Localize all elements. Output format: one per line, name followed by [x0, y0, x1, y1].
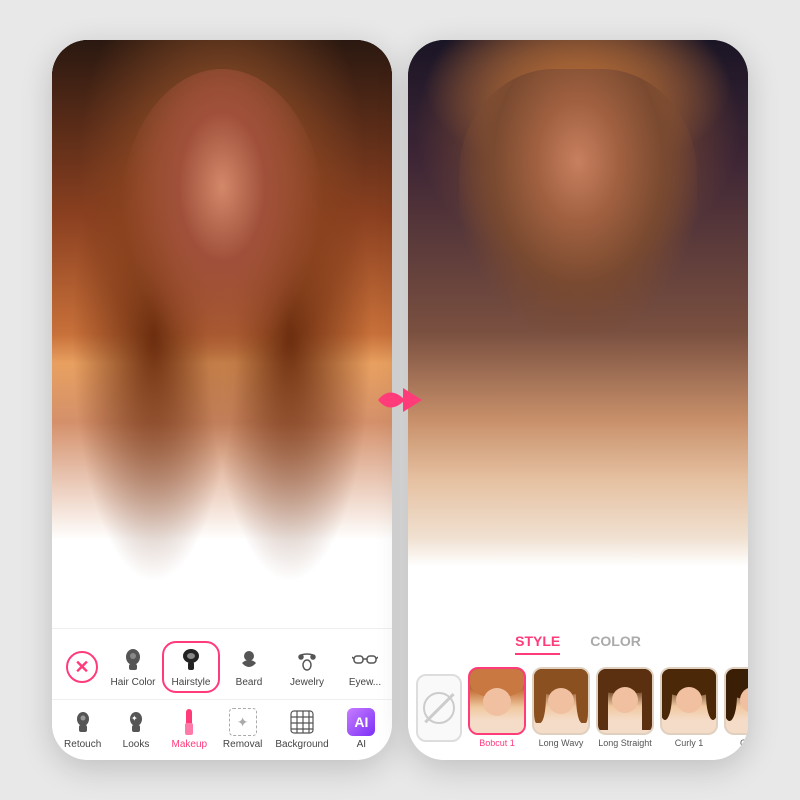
svg-text:✦: ✦ [131, 714, 138, 723]
retouch-tool[interactable]: Retouch [56, 704, 109, 754]
curly1-label: Curly 1 [675, 738, 704, 748]
toolbar-row-2: Retouch ✦ Looks [52, 699, 392, 756]
toolbar-row-1: ✕ Hair Color [52, 637, 392, 697]
makeup-tool[interactable]: Makeup [163, 704, 216, 754]
looks-icon: ✦ [122, 708, 150, 736]
makeup-label: Makeup [172, 739, 208, 750]
hairstyle-longwavy[interactable]: Long Wavy [532, 667, 590, 748]
removal-icon: ✦ [229, 708, 257, 736]
left-photo-area [52, 40, 392, 628]
hair-color-tool[interactable]: Hair Color [104, 642, 162, 692]
hairstyle-icon [177, 646, 205, 674]
background-tool[interactable]: Background [269, 704, 334, 754]
ai-tool[interactable]: AI AI [335, 704, 388, 754]
looks-label: Looks [123, 739, 150, 750]
eyewear-icon [351, 646, 379, 674]
right-woman-image [408, 40, 748, 625]
arrow-container [370, 370, 430, 430]
tab-style[interactable]: STYLE [515, 633, 560, 655]
jewelry-label: Jewelry [290, 677, 324, 688]
right-arrow-icon [370, 370, 430, 430]
removal-label: Removal [223, 739, 262, 750]
hairstyle-label: Hairstyle [172, 677, 211, 688]
curly2-label: Curly ! [740, 738, 748, 748]
curly1-thumb [660, 667, 718, 735]
eyewear-tool[interactable]: Eyew... [336, 642, 392, 692]
beard-icon [235, 646, 263, 674]
right-bottom-panel: STYLE COLOR [408, 625, 748, 760]
hairstyle-selector: Bobcut 1 Long Wavy [408, 663, 748, 752]
phone-comparison: ✕ Hair Color [52, 40, 748, 760]
removal-tool[interactable]: ✦ Removal [216, 704, 269, 754]
bobcut1-label: Bobcut 1 [479, 738, 515, 748]
retouch-label: Retouch [64, 739, 101, 750]
left-toolbar: ✕ Hair Color [52, 628, 392, 760]
hair-color-icon [119, 646, 147, 674]
longwavy-label: Long Wavy [539, 738, 584, 748]
hairstyle-curly1[interactable]: Curly 1 [660, 667, 718, 748]
bobcut1-thumb [468, 667, 526, 735]
hairstyle-longstraight[interactable]: Long Straight [596, 667, 654, 748]
right-photo-area [408, 40, 748, 625]
hairstyle-none-thumb [416, 674, 462, 742]
background-label: Background [275, 739, 328, 750]
cancel-button[interactable]: ✕ [60, 647, 104, 687]
hairstyle-curly2[interactable]: Curly ! [724, 667, 748, 748]
eyewear-label: Eyew... [349, 677, 381, 688]
app-container: ✕ Hair Color [0, 0, 800, 800]
tab-color[interactable]: COLOR [590, 633, 641, 655]
hairstyle-bobcut1[interactable]: Bobcut 1 [468, 667, 526, 748]
style-color-tabs: STYLE COLOR [408, 633, 748, 655]
hair-color-label: Hair Color [110, 677, 155, 688]
makeup-icon [175, 708, 203, 736]
cancel-icon: ✕ [66, 651, 98, 683]
longwavy-thumb [532, 667, 590, 735]
looks-tool[interactable]: ✦ Looks [109, 704, 162, 754]
jewelry-icon [293, 646, 321, 674]
right-phone: STYLE COLOR [408, 40, 748, 760]
longstraight-thumb [596, 667, 654, 735]
hairstyle-tool[interactable]: Hairstyle [162, 641, 220, 693]
jewelry-tool[interactable]: Jewelry [278, 642, 336, 692]
left-woman-image [52, 40, 392, 628]
beard-label: Beard [236, 677, 263, 688]
left-phone: ✕ Hair Color [52, 40, 392, 760]
ai-icon: AI [347, 708, 375, 736]
longstraight-label: Long Straight [598, 738, 652, 748]
background-icon [288, 708, 316, 736]
hairstyle-none[interactable] [416, 674, 462, 742]
ai-label: AI [357, 739, 366, 750]
beard-tool[interactable]: Beard [220, 642, 278, 692]
none-icon [423, 692, 455, 724]
retouch-icon [69, 708, 97, 736]
curly2-thumb [724, 667, 748, 735]
